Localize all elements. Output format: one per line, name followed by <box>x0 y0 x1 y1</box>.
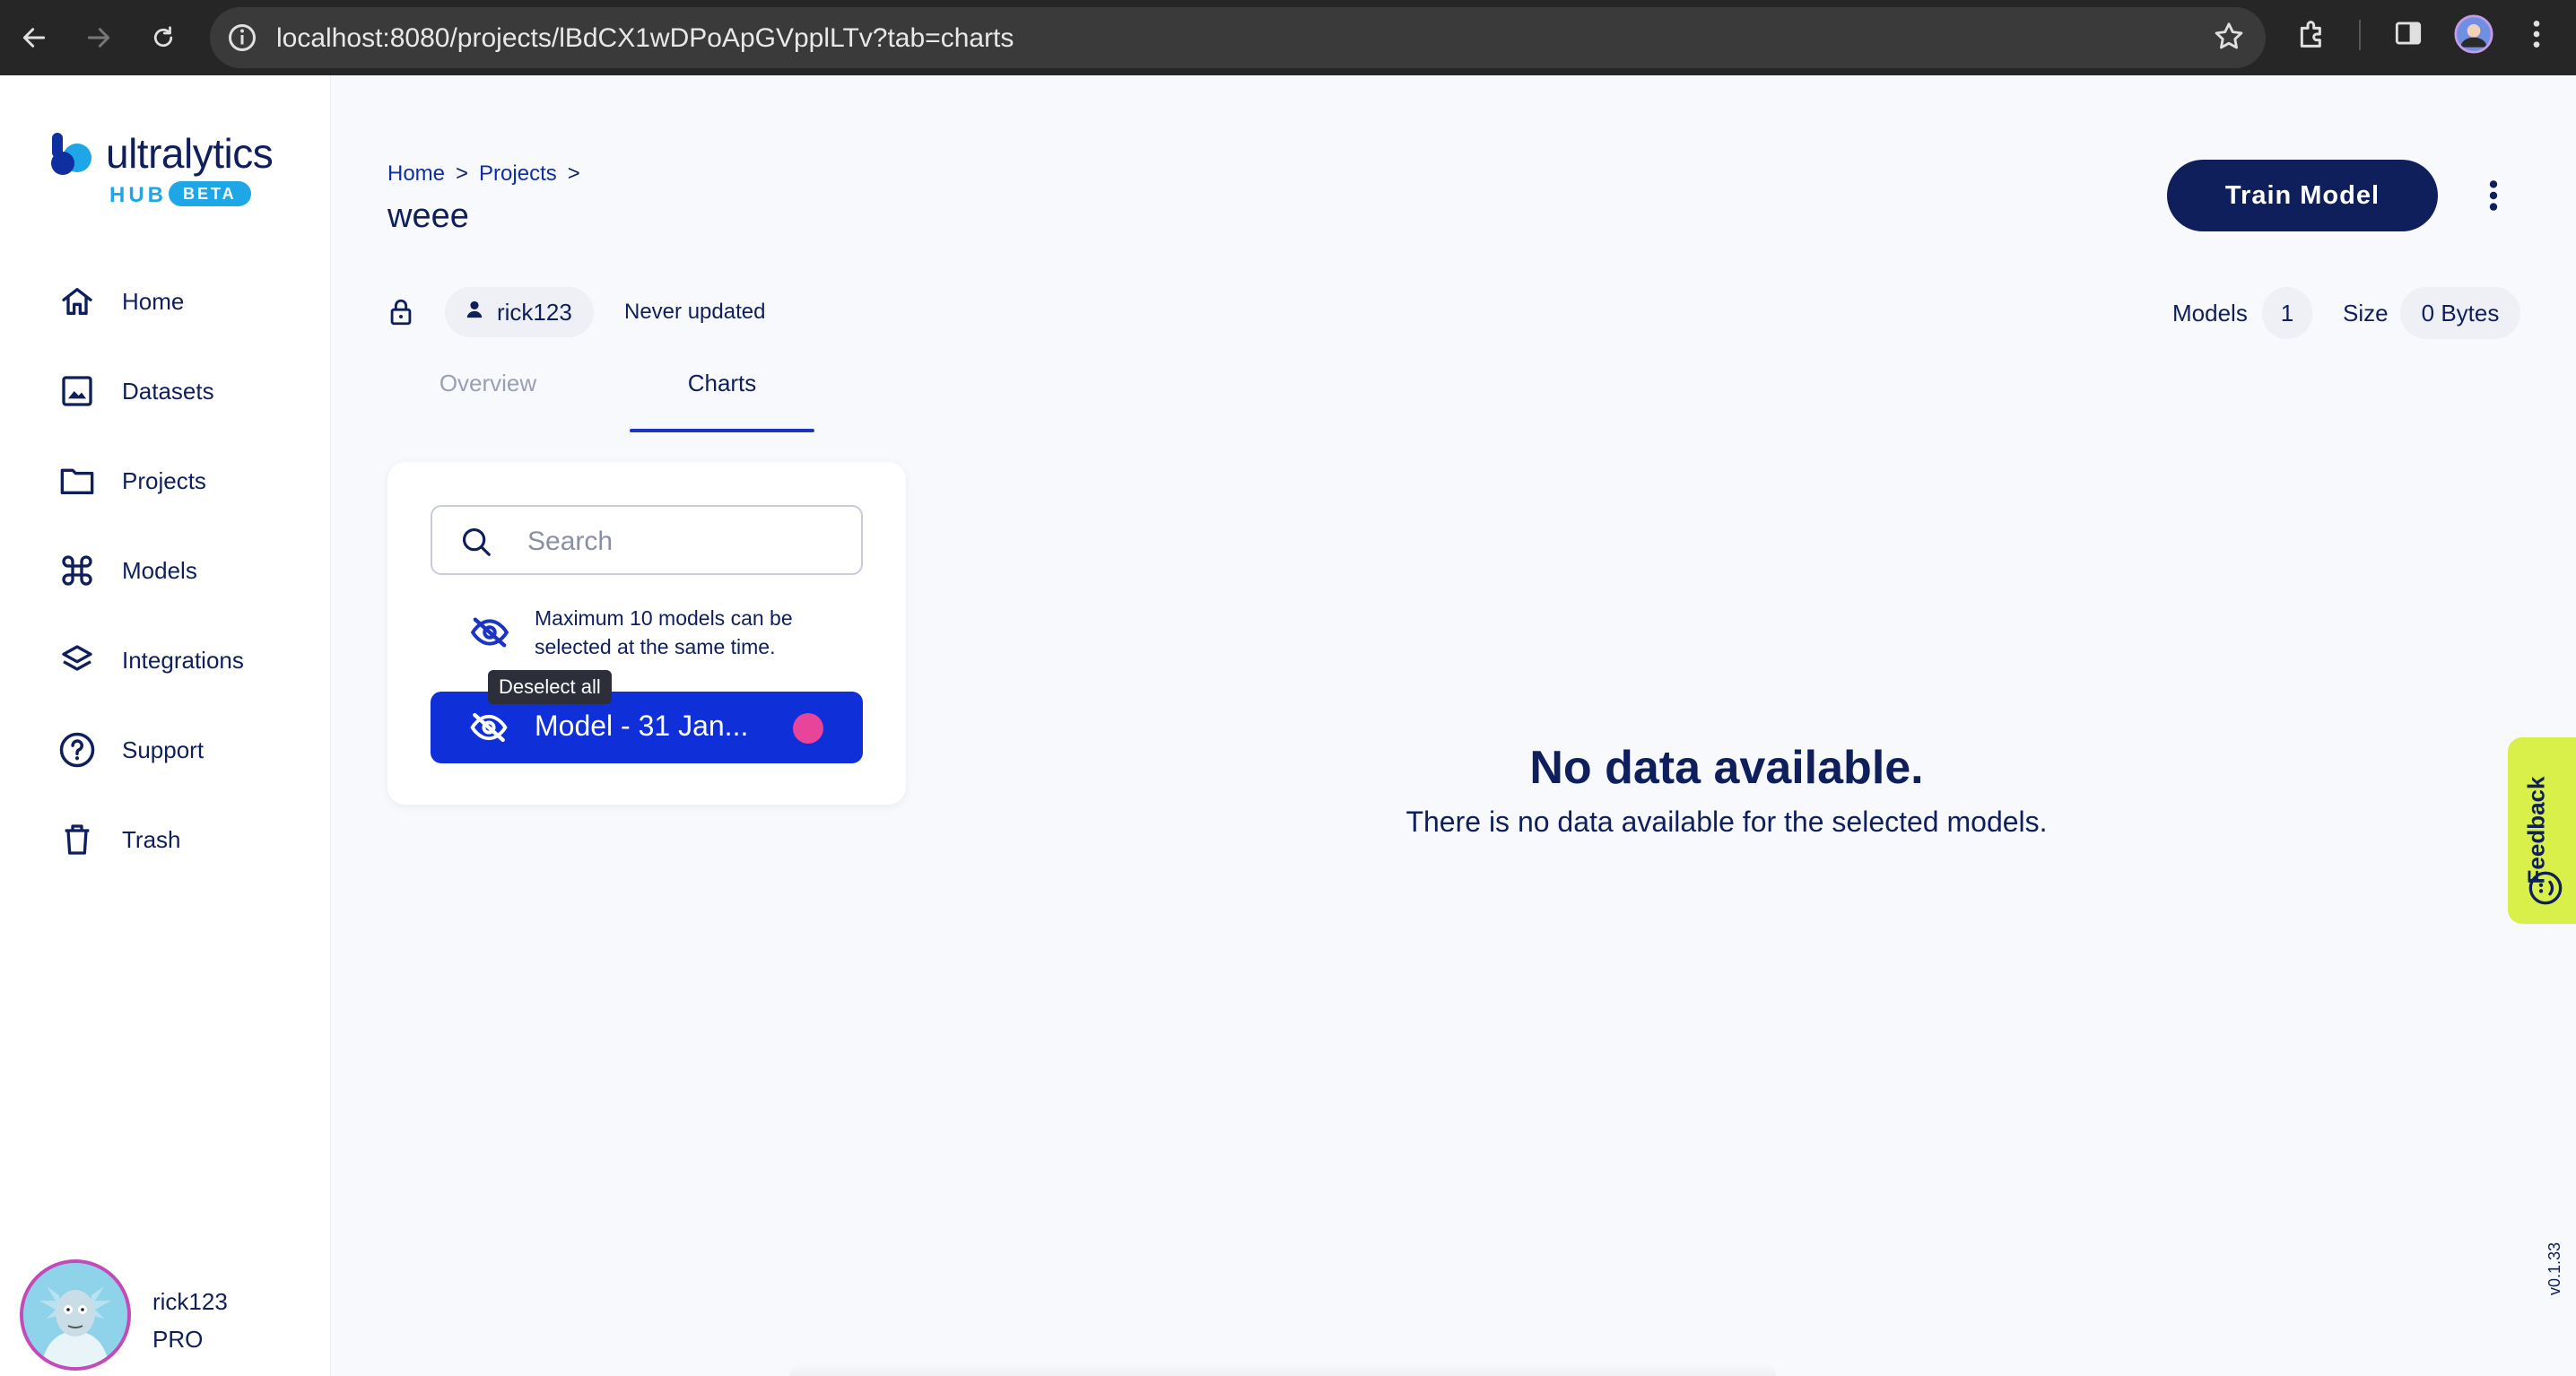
project-tabs: Overview Charts <box>387 370 1894 432</box>
more-options-icon[interactable] <box>2476 176 2511 215</box>
reload-icon[interactable] <box>144 18 183 57</box>
browser-menu-icon[interactable] <box>2526 16 2547 57</box>
deselect-all-tooltip: Deselect all <box>488 670 612 704</box>
empty-state-subtitle: There is no data available for the selec… <box>1405 806 2048 838</box>
logo-hub-text: HUB <box>109 183 167 207</box>
logo-wordmark: ultralytics <box>106 130 274 177</box>
sidebar: ultralytics HUB BETA Home Datasets Proje… <box>0 75 331 1376</box>
user-name: rick123 <box>152 1288 228 1315</box>
breadcrumb: Home > Projects > <box>387 161 580 187</box>
sidebar-item-label: Trash <box>122 825 181 853</box>
breadcrumb-home-link[interactable]: Home <box>387 161 445 187</box>
sidebar-item-models[interactable]: Models <box>56 545 197 596</box>
back-arrow-icon[interactable] <box>14 18 54 57</box>
search-input[interactable] <box>526 519 852 564</box>
model-search-box[interactable] <box>431 505 863 575</box>
sidebar-item-label: Datasets <box>122 377 214 405</box>
size-badge: 0 Bytes <box>2400 287 2520 339</box>
user-icon <box>465 299 484 327</box>
models-count-label: Models <box>2172 300 2248 327</box>
sidebar-item-label: Integrations <box>122 646 244 674</box>
beta-badge: BETA <box>169 181 251 206</box>
url-text[interactable]: localhost:8080/projects/lBdCX1wDPoApGVpp… <box>276 23 1014 54</box>
eye-off-icon[interactable] <box>470 616 509 653</box>
size-label: Size <box>2343 300 2389 327</box>
smiley-icon <box>2528 870 2563 910</box>
bookmark-star-icon[interactable] <box>2212 20 2246 58</box>
sidebar-item-datasets[interactable]: Datasets <box>56 366 214 416</box>
feedback-button[interactable]: Feedback <box>2508 737 2576 924</box>
models-count-badge: 1 <box>2262 287 2312 339</box>
sidebar-item-home[interactable]: Home <box>56 276 184 327</box>
empty-state-title: No data available. <box>1529 742 1924 794</box>
model-name: Model - 31 Jan... <box>535 710 749 742</box>
user-plan: PRO <box>152 1326 204 1353</box>
home-icon <box>56 280 99 323</box>
eye-off-icon[interactable] <box>470 711 508 748</box>
sidebar-item-trash[interactable]: Trash <box>56 814 181 865</box>
sidebar-item-support[interactable]: Support <box>56 725 204 775</box>
command-icon <box>56 549 99 592</box>
sidebar-item-label: Models <box>122 556 197 584</box>
folder-icon <box>56 459 99 502</box>
tab-charts[interactable]: Charts <box>630 370 814 432</box>
sidebar-item-integrations[interactable]: Integrations <box>56 635 244 685</box>
breadcrumb-separator: > <box>567 161 580 186</box>
search-icon <box>459 525 493 563</box>
train-model-button[interactable]: Train Model <box>2167 160 2438 231</box>
toolbar-divider <box>2359 20 2361 50</box>
extensions-puzzle-icon[interactable] <box>2294 16 2330 57</box>
sidebar-item-label: Home <box>122 287 185 315</box>
forward-arrow-icon[interactable] <box>79 18 118 57</box>
tab-overview[interactable]: Overview <box>423 370 553 432</box>
version-label: v0.1.33 <box>2546 1241 2563 1295</box>
ultralytics-logo-icon <box>51 133 91 175</box>
browser-toolbar: localhost:8080/projects/lBdCX1wDPoApGVpp… <box>0 0 2576 75</box>
breadcrumb-separator: > <box>456 161 469 186</box>
breadcrumb-projects-link[interactable]: Projects <box>479 161 557 187</box>
sidebar-item-projects[interactable]: Projects <box>56 456 206 506</box>
bottom-scroll-shadow <box>789 1363 1776 1376</box>
side-panel-icon[interactable] <box>2391 16 2425 55</box>
owner-name: rick123 <box>497 298 572 326</box>
help-circle-icon <box>56 728 99 771</box>
avatar[interactable] <box>20 1259 131 1371</box>
page-title: weee <box>387 197 469 235</box>
layers-icon <box>56 639 99 682</box>
site-info-icon[interactable] <box>226 22 258 58</box>
sidebar-item-label: Support <box>122 736 205 763</box>
model-selection-panel: Maximum 10 models can be selected at the… <box>387 462 906 805</box>
active-tab-indicator <box>630 429 814 432</box>
lock-icon <box>386 296 416 333</box>
user-profile[interactable]: rick123 PRO <box>18 1258 314 1374</box>
updated-status: Never updated <box>624 300 766 324</box>
selection-limit-note: Maximum 10 models can be selected at the… <box>535 606 793 658</box>
sidebar-item-label: Projects <box>122 466 206 494</box>
trash-icon <box>56 818 99 861</box>
image-icon <box>56 370 99 413</box>
browser-profile-avatar[interactable] <box>2454 14 2493 58</box>
address-bar[interactable]: localhost:8080/projects/lBdCX1wDPoApGVpp… <box>210 7 2266 68</box>
model-color-dot <box>793 713 823 744</box>
owner-chip[interactable]: rick123 <box>445 287 594 337</box>
